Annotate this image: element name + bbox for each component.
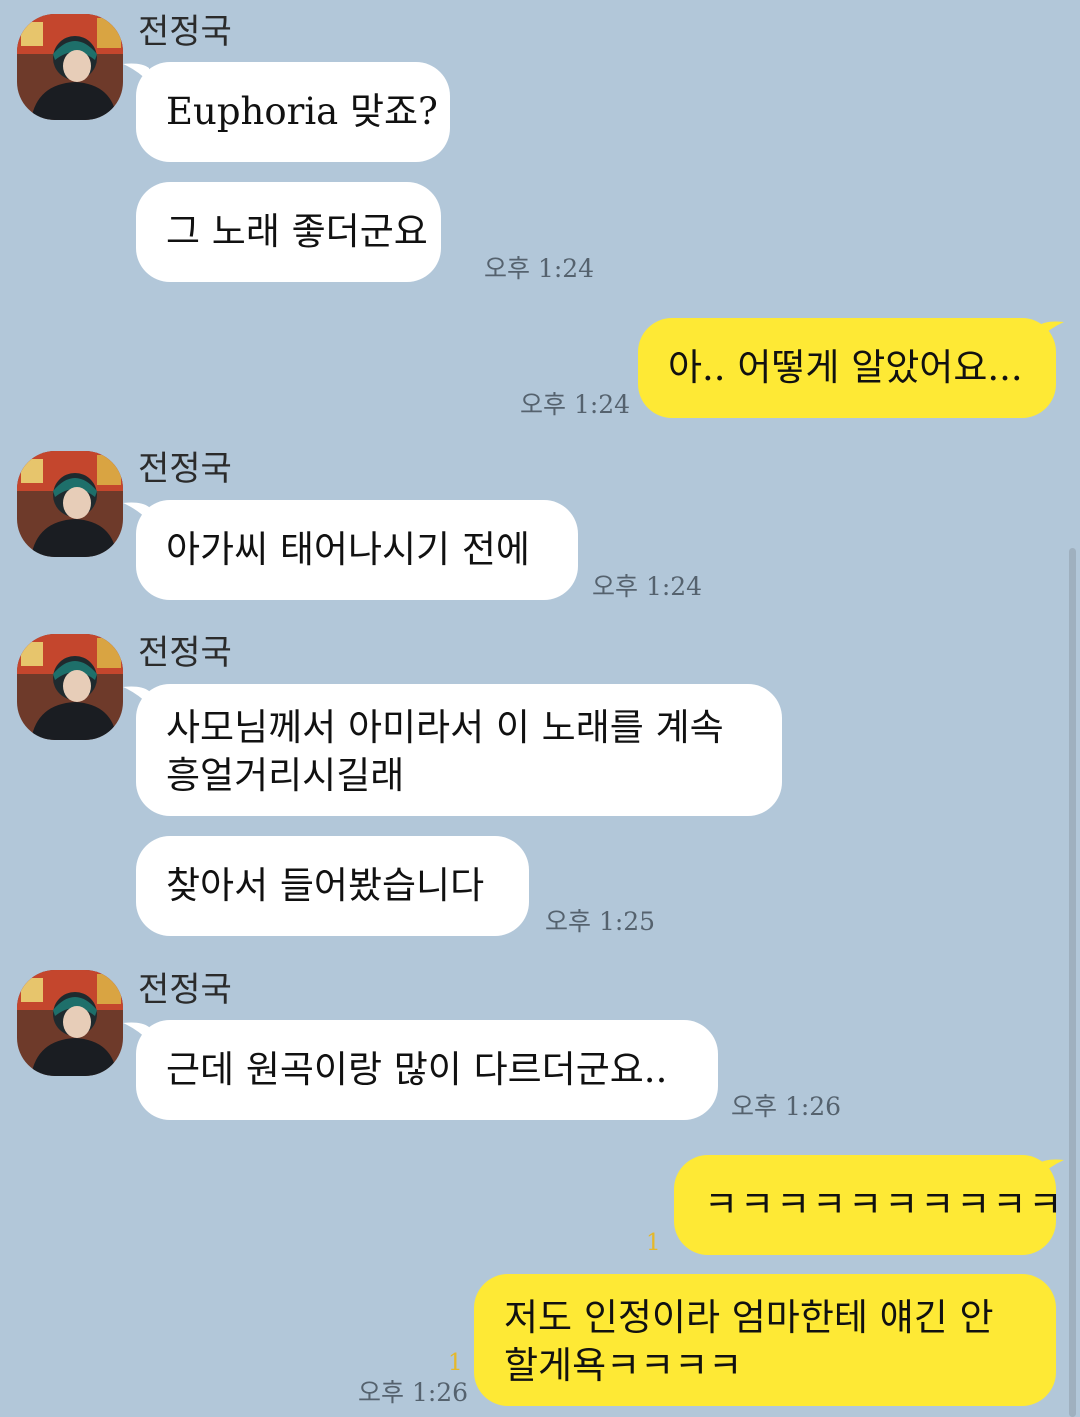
message-bubble[interactable]: 찾아서 들어봤습니다 xyxy=(136,836,529,936)
scrollbar[interactable] xyxy=(1069,548,1076,1417)
sender-avatar[interactable] xyxy=(17,634,123,740)
message-bubble[interactable]: 아.. 어떻게 알았어요... xyxy=(638,318,1056,418)
sender-name: 전정국 xyxy=(138,12,232,52)
message-bubble[interactable]: 저도 인정이라 엄마한테 얘긴 안 할게욕ㅋㅋㅋㅋ xyxy=(474,1274,1056,1406)
chat-room: 전정국 Euphoria 맞죠? 그 노래 좋더군요 오후 1:24 아.. 어… xyxy=(0,0,1080,1417)
sender-avatar[interactable] xyxy=(17,14,123,120)
sender-avatar[interactable] xyxy=(17,451,123,557)
message-text: 흥얼거리시길래 xyxy=(166,754,405,797)
message-text: 할게욕ㅋㅋㅋㅋ xyxy=(504,1344,743,1387)
message-text: 찾아서 들어봤습니다 xyxy=(166,864,485,907)
message-bubble[interactable]: ㅋㅋㅋㅋㅋㅋㅋㅋㅋㅋ xyxy=(674,1155,1065,1255)
message-text: 아가씨 태어나시기 전에 xyxy=(166,528,530,571)
message-bubble[interactable]: 그 노래 좋더군요 xyxy=(136,182,441,282)
profile-photo-icon xyxy=(17,14,123,120)
message-text: 아.. 어떻게 알았어요... xyxy=(668,346,1023,389)
sender-name: 전정국 xyxy=(138,633,232,673)
message-time: 오후 1:24 xyxy=(592,572,703,601)
message-text: ㅋㅋㅋㅋㅋㅋㅋㅋㅋㅋ xyxy=(704,1183,1065,1226)
message-time: 오후 1:26 xyxy=(358,1378,469,1407)
message-text: Euphoria 맞죠? xyxy=(166,90,438,133)
message-time: 오후 1:26 xyxy=(731,1092,842,1121)
message-bubble[interactable]: 사모님께서 아미라서 이 노래를 계속 흥얼거리시길래 xyxy=(136,684,782,816)
unread-count: 1 xyxy=(448,1350,463,1376)
message-text: 저도 인정이라 엄마한테 얘긴 안 xyxy=(504,1296,994,1339)
sender-avatar[interactable] xyxy=(17,970,123,1076)
message-text: 근데 원곡이랑 많이 다르더군요.. xyxy=(166,1048,668,1091)
sender-name: 전정국 xyxy=(138,449,232,489)
message-text: 사모님께서 아미라서 이 노래를 계속 xyxy=(166,706,724,749)
message-text: 그 노래 좋더군요 xyxy=(166,210,428,253)
profile-photo-icon xyxy=(17,970,123,1076)
message-time: 오후 1:24 xyxy=(484,254,595,283)
profile-photo-icon xyxy=(17,634,123,740)
message-bubble[interactable]: Euphoria 맞죠? xyxy=(136,62,450,162)
sender-name: 전정국 xyxy=(138,970,232,1010)
profile-photo-icon xyxy=(17,451,123,557)
message-bubble[interactable]: 근데 원곡이랑 많이 다르더군요.. xyxy=(136,1020,718,1120)
unread-count: 1 xyxy=(646,1230,661,1256)
message-time: 오후 1:24 xyxy=(520,390,631,419)
message-time: 오후 1:25 xyxy=(545,907,656,936)
message-bubble[interactable]: 아가씨 태어나시기 전에 xyxy=(136,500,578,600)
